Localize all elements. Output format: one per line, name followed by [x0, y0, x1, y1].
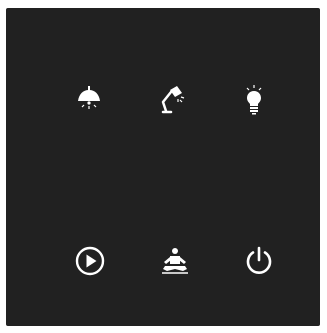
desk-lamp-icon — [161, 86, 185, 114]
meditation-icon — [162, 248, 188, 274]
light-bulb-icon — [246, 85, 262, 115]
power-icon — [246, 246, 272, 274]
power-button[interactable] — [239, 241, 279, 281]
desk-lamp-button[interactable] — [153, 80, 193, 120]
pendant-lamp-icon — [78, 86, 100, 109]
smart-switch-panel — [6, 8, 320, 326]
play-button[interactable] — [70, 241, 110, 281]
pendant-light-button[interactable] — [69, 80, 109, 120]
light-bulb-button[interactable] — [234, 80, 274, 120]
relax-mode-button[interactable] — [155, 241, 195, 281]
play-circle-icon — [75, 246, 105, 276]
